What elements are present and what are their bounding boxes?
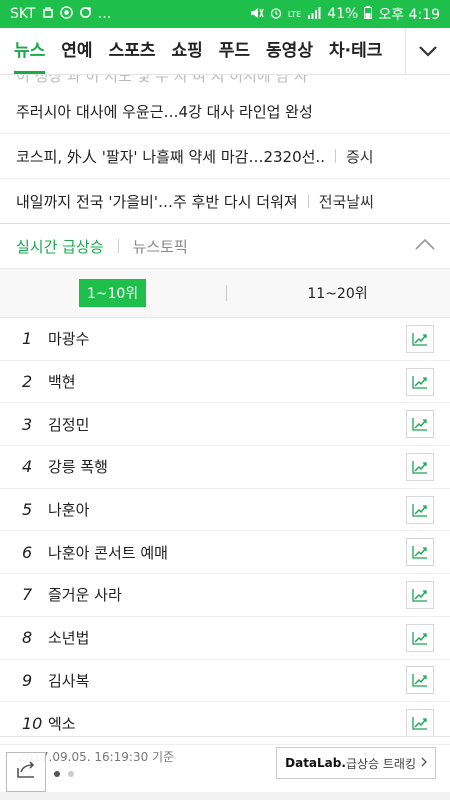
category-tabs: 뉴스 연예 스포츠 쇼핑 푸드 동영상 차·테크 [0,28,450,75]
divider [334,149,336,163]
rank-number: 5 [22,500,33,520]
trend-chart-icon[interactable] [406,538,434,567]
rank-keyword: 김정민 [48,415,90,434]
tab-news[interactable]: 뉴스 [6,28,53,74]
trend-chart-icon[interactable] [406,410,434,439]
chrome-icon [59,6,73,22]
divider [226,285,227,301]
realtime-section-header: 실시간 급상승 뉴스토픽 [0,223,450,269]
news-item[interactable]: 주러시아 대사에 우윤근…4강 대사 라인업 완성 [0,89,450,134]
trend-chart-icon[interactable] [406,623,434,652]
rank-number: 1 [22,329,33,349]
ranking-list: 1 마광수 2 백현 3 김정민 4 강릉 폭행 5 나훈아 6 나훈아 콘서트 예매 7 즐거운 사라 8… [0,318,450,745]
carrier-label: SKT [10,6,36,22]
rank-row[interactable]: 2 백현 [0,361,450,404]
rank-row[interactable]: 6 나훈아 콘서트 예매 [0,531,450,575]
rank-row[interactable]: 8 소년법 [0,617,450,660]
collapse-chevron-up-icon[interactable] [414,236,436,255]
tab-realtime-rising[interactable]: 실시간 급상승 [16,236,104,257]
tab-car-tech[interactable]: 차·테크 [321,28,390,74]
tab-shopping[interactable]: 쇼핑 [163,28,210,74]
network-type: LTE [287,9,302,19]
divider [307,194,309,208]
ranking-footer: 2017.09.05. 16:19:30 기준 DataLab. 급상승 트래킹 [0,736,450,793]
rank-keyword: 마광수 [48,330,90,349]
status-bar: SKT … LTE 41% 오후 4:19 [0,0,450,28]
rank-keyword: 김사복 [48,671,90,690]
rank-row[interactable]: 7 즐거운 사라 [0,574,450,617]
mute-icon [250,7,264,22]
news-headline: 코스피, 外人 '팔자' 나흘째 약세 마감…2320선.. [16,147,325,166]
trend-chart-icon[interactable] [406,709,434,738]
news-category[interactable]: 전국날씨 [319,191,374,212]
rank-number: 3 [22,414,33,434]
chevron-down-icon [418,42,438,61]
bottom-divider [0,792,450,800]
trend-chart-icon[interactable] [406,452,434,481]
rank-number: 4 [22,457,33,477]
rank-keyword: 엑소 [48,714,76,733]
trend-chart-icon[interactable] [406,495,434,524]
sync-icon [79,6,92,22]
expand-tabs-button[interactable] [405,28,450,74]
rank-keyword: 소년법 [48,629,90,648]
tab-rank-1-10[interactable]: 1~10위 [0,279,225,307]
rank-number: 6 [22,542,33,562]
page-dot [54,771,60,777]
news-headline: 주러시아 대사에 우윤근…4강 대사 라인업 완성 [16,102,313,121]
clock: 오후 4:19 [378,7,440,23]
rank-row[interactable]: 3 김정민 [0,403,450,447]
share-icon [15,760,37,784]
rank-number: 10 [22,713,43,733]
news-category[interactable]: 증시 [346,146,374,167]
news-list: 주러시아 대사에 우윤근…4강 대사 라인업 완성 코스피, 外人 '팔자' 나… [0,89,450,223]
more-notifications-icon: … [97,6,112,22]
chevron-right-icon [421,756,427,770]
rank-row[interactable]: 9 김사복 [0,660,450,703]
signal-icon [307,6,321,22]
trend-chart-icon[interactable] [406,580,434,609]
tab-video[interactable]: 동영상 [258,28,321,74]
rank-keyword: 나훈아 [48,501,90,520]
tab-entertainment[interactable]: 연예 [53,28,100,74]
rank-number: 8 [22,628,33,648]
datalab-tracking-button[interactable]: DataLab. 급상승 트래킹 [276,747,436,779]
tab-food[interactable]: 푸드 [211,28,258,74]
news-headline: 내일까지 전국 '가을비'…주 후반 다시 더워져 [16,192,298,211]
battery-icon [364,6,373,22]
rank-row[interactable]: 4 강릉 폭행 [0,446,450,489]
rank-range-tabs: 1~10위 11~20위 [0,269,450,318]
trend-chart-icon[interactable] [406,367,434,396]
rank-number: 2 [22,372,33,392]
rank-keyword: 즐거운 사라 [48,586,122,605]
tab-news-topic[interactable]: 뉴스토픽 [133,236,188,257]
tab-sports[interactable]: 스포츠 [101,28,164,74]
alarm-icon [270,7,282,22]
rank-row[interactable]: 1 마광수 [0,318,450,361]
page-indicator [54,771,74,777]
trend-chart-icon[interactable] [406,666,434,695]
notification-icon [42,6,54,22]
share-button[interactable] [6,752,46,792]
news-item[interactable]: 내일까지 전국 '가을비'…주 후반 다시 더워져 전국날씨 [0,179,450,223]
rank-keyword: 강릉 폭행 [48,458,108,477]
news-item[interactable]: 코스피, 外人 '팔자' 나흘째 약세 마감…2320선.. 증시 [0,134,450,179]
tab-rank-11-20[interactable]: 11~20위 [225,283,450,303]
rank-keyword: 나훈아 콘서트 예매 [48,543,168,562]
scrolled-headline: 이 정상 과 이 지도 및 무 지 혀 지 이시에 남 사 [16,75,308,85]
page-dot [68,771,74,777]
rank-keyword: 백현 [48,373,76,392]
rank-row[interactable]: 5 나훈아 [0,489,450,532]
trend-chart-icon[interactable] [406,324,434,353]
divider [117,239,119,253]
rank-number: 7 [22,585,33,605]
battery-percent: 41% [327,6,359,22]
rank-number: 9 [22,670,33,690]
